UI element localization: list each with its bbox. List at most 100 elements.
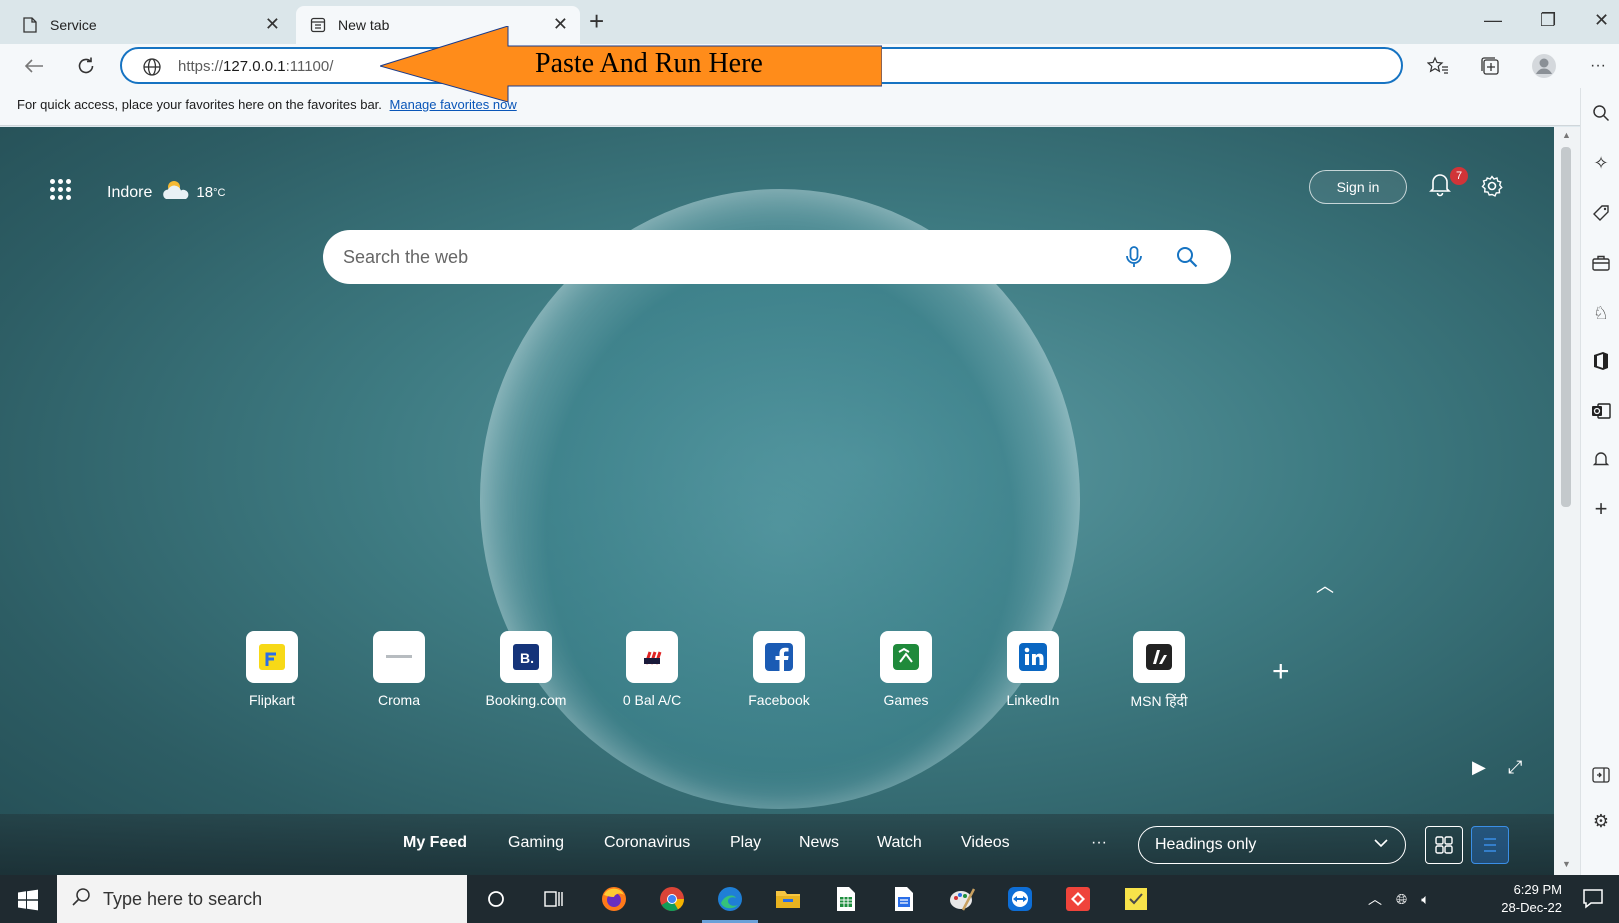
- window-close-icon[interactable]: ✕: [1594, 10, 1609, 31]
- quick-link-facebook[interactable]: Facebook: [724, 631, 834, 708]
- quick-link-croma[interactable]: Croma: [344, 631, 454, 708]
- hide-sidebar-icon[interactable]: [1590, 764, 1612, 786]
- quick-link-label: 0 Bal A/C: [622, 692, 682, 708]
- network-globe-icon[interactable]: 🌐︎: [1396, 891, 1407, 908]
- weather-unit: °C: [213, 186, 226, 199]
- chrome-icon[interactable]: [656, 883, 688, 915]
- booking-icon: B.: [500, 631, 552, 683]
- weather-widget[interactable]: Indore 18 °C: [107, 177, 225, 208]
- chevron-up-icon[interactable]: ︿: [1316, 572, 1334, 598]
- windows-start-icon[interactable]: [17, 889, 39, 916]
- feed-tab-videos[interactable]: Videos: [961, 834, 1010, 852]
- scroll-up-icon[interactable]: ▲: [1562, 130, 1571, 140]
- linkedin-icon: [1007, 631, 1059, 683]
- feed-tab-gaming[interactable]: Gaming: [508, 834, 564, 852]
- more-options-icon[interactable]: ···: [1584, 52, 1612, 80]
- scroll-down-icon[interactable]: ▼: [1562, 859, 1571, 869]
- page-settings-gear-icon[interactable]: [1480, 174, 1504, 203]
- notifications-bell-icon[interactable]: [1428, 171, 1452, 202]
- feed-navigation: My Feed Gaming Coronavirus Play News Wat…: [0, 814, 1554, 875]
- new-tab-page: Indore 18°C Sign in 7 Flipkart Croma: [0, 127, 1554, 875]
- spreadsheet-icon[interactable]: [830, 883, 862, 915]
- quick-link-label: Facebook: [748, 692, 810, 708]
- close-icon[interactable]: ✕: [265, 14, 280, 35]
- feed-tab-news[interactable]: News: [799, 834, 839, 852]
- quick-link-msn-hindi[interactable]: MSN हिंदी: [1104, 631, 1214, 711]
- globe-icon: [142, 57, 162, 82]
- show-hidden-icons-chevron-icon[interactable]: ︿: [1368, 889, 1382, 909]
- new-tab-page-icon: [310, 17, 326, 33]
- bell-icon[interactable]: [1590, 448, 1612, 470]
- expand-icon[interactable]: ⤢: [1508, 757, 1522, 778]
- teamviewer-icon[interactable]: [1004, 883, 1036, 915]
- scroll-thumb[interactable]: [1561, 147, 1571, 507]
- quick-link-zero-bal[interactable]: 0 Bal A/C: [597, 631, 707, 708]
- sticky-notes-icon[interactable]: [1120, 883, 1152, 915]
- partly-cloudy-icon: [160, 177, 192, 208]
- favorites-bar-message: For quick access, place your favorites h…: [17, 97, 382, 112]
- quick-link-label: LinkedIn: [1006, 692, 1060, 708]
- favorites-icon[interactable]: [1424, 52, 1452, 80]
- layout-select[interactable]: Headings only: [1138, 826, 1406, 864]
- feed-tab-play[interactable]: Play: [730, 834, 761, 852]
- feed-tab-watch[interactable]: Watch: [877, 834, 922, 852]
- more-feed-tabs-icon[interactable]: ···: [1091, 834, 1107, 852]
- quick-link-flipkart[interactable]: Flipkart: [217, 631, 327, 708]
- clock-time: 6:29 PM: [1513, 882, 1562, 897]
- edge-sidebar: ✧ ♘ + ⚙: [1580, 88, 1619, 875]
- play-icon[interactable]: ▶: [1472, 757, 1486, 778]
- page-scrollbar[interactable]: ▲ ▼: [1554, 127, 1580, 875]
- refresh-icon[interactable]: [70, 50, 102, 82]
- action-center-icon[interactable]: [1582, 887, 1604, 914]
- layout-select-value: Headings only: [1155, 836, 1257, 853]
- feed-tab-my-feed[interactable]: My Feed: [403, 834, 467, 852]
- volume-icon[interactable]: 🔈︎: [1421, 891, 1429, 908]
- sign-in-button[interactable]: Sign in: [1309, 170, 1407, 204]
- office-icon[interactable]: [1590, 350, 1612, 372]
- quick-link-linkedin[interactable]: LinkedIn: [978, 631, 1088, 708]
- search-input[interactable]: [343, 230, 1103, 284]
- anydesk-icon[interactable]: [1062, 883, 1094, 915]
- facebook-icon: [753, 631, 805, 683]
- feed-tab-coronavirus[interactable]: Coronavirus: [604, 834, 690, 852]
- profile-avatar-icon[interactable]: [1530, 52, 1558, 80]
- app-launcher-icon[interactable]: [50, 179, 72, 201]
- collections-icon[interactable]: [1476, 52, 1504, 80]
- firefox-icon[interactable]: [598, 883, 630, 915]
- add-sidebar-plus-icon[interactable]: +: [1590, 496, 1612, 521]
- search-icon[interactable]: [1175, 245, 1199, 274]
- list-view-icon[interactable]: [1471, 826, 1509, 864]
- taskbar-clock[interactable]: 6:29 PM 28-Dec-22: [1490, 881, 1562, 917]
- outlook-icon[interactable]: [1590, 400, 1612, 422]
- shopping-tag-icon[interactable]: [1590, 202, 1612, 224]
- edge-icon[interactable]: [702, 883, 758, 923]
- task-view-icon[interactable]: [538, 883, 570, 915]
- search-icon[interactable]: [1590, 102, 1612, 124]
- minimize-icon[interactable]: —: [1484, 10, 1502, 31]
- file-explorer-icon[interactable]: [772, 883, 804, 915]
- paint-icon[interactable]: [946, 883, 978, 915]
- notification-count-badge: 7: [1450, 167, 1468, 185]
- tab-service[interactable]: Service ✕: [8, 6, 292, 44]
- grid-view-icon[interactable]: [1425, 826, 1463, 864]
- sidebar-settings-gear-icon[interactable]: ⚙: [1590, 810, 1612, 832]
- quick-link-booking[interactable]: B. Booking.com: [471, 631, 581, 708]
- quick-link-games[interactable]: Games: [851, 631, 961, 708]
- cortana-icon[interactable]: [480, 883, 512, 915]
- quick-link-label: MSN हिंदी: [1130, 693, 1188, 709]
- microphone-icon[interactable]: [1123, 245, 1145, 274]
- quick-link-label: Flipkart: [249, 692, 295, 708]
- web-search-box: [323, 230, 1231, 284]
- restore-icon[interactable]: ❐: [1540, 10, 1556, 31]
- add-shortcut-plus-icon[interactable]: +: [1272, 655, 1290, 689]
- annotation-text: Paste And Run Here: [535, 48, 763, 79]
- taskbar-search-box[interactable]: Type here to search: [57, 875, 467, 923]
- quick-link-label: Booking.com: [485, 692, 567, 708]
- games-icon[interactable]: ♘: [1590, 302, 1612, 324]
- tools-briefcase-icon[interactable]: [1590, 252, 1612, 274]
- writer-document-icon[interactable]: [888, 883, 920, 915]
- weather-temperature: 18: [196, 184, 214, 201]
- kotak-icon: [626, 631, 678, 683]
- back-arrow-icon[interactable]: [18, 50, 50, 82]
- discover-sparkle-icon[interactable]: ✧: [1590, 152, 1612, 174]
